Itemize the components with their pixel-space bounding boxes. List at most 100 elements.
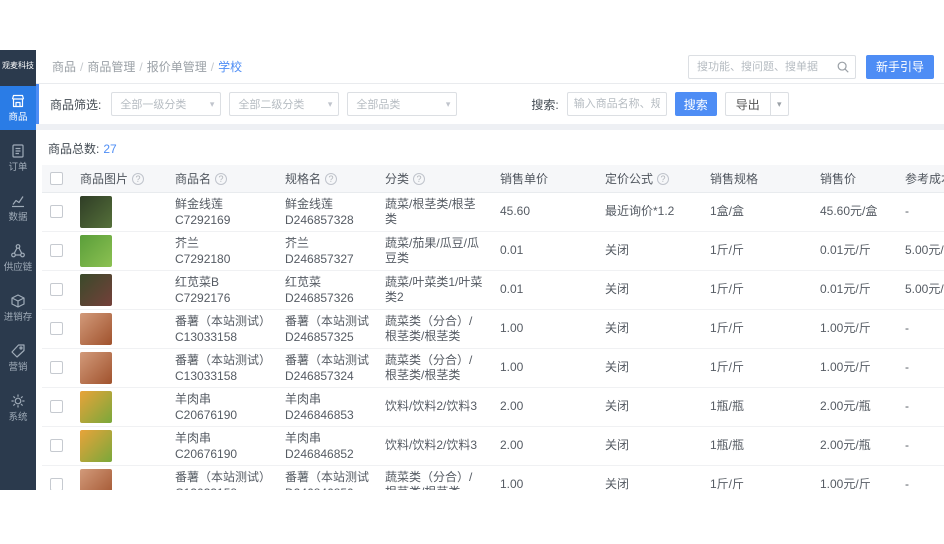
table-row: 鲜金线莲 C7292169 鲜金线莲 D246857328 蔬菜/根茎类/根茎类… (42, 192, 944, 232)
export-dropdown-button[interactable]: ▾ (770, 92, 789, 116)
help-icon[interactable]: ? (132, 172, 145, 185)
breadcrumb-item[interactable]: 商品管理 (87, 60, 135, 74)
column-header: 销售价 (812, 165, 897, 193)
sale-price-cell: 1.00元/斤 (812, 348, 897, 388)
column-header: 规格名? (277, 165, 377, 193)
row-checkbox[interactable] (50, 283, 63, 297)
product-thumb[interactable] (80, 390, 112, 423)
unit-price-cell: 1.00 (492, 348, 597, 388)
sale-price-cell: 1.00元/斤 (812, 309, 897, 349)
spec-code: D246857324 (285, 368, 354, 383)
product-thumb[interactable] (80, 195, 112, 228)
search-label: 搜索: (531, 97, 559, 112)
category-cell: 蔬菜类（分合）/根茎类/根茎类 (377, 348, 492, 388)
product-count-label: 商品总数: (48, 142, 100, 156)
help-icon[interactable]: ? (215, 172, 228, 185)
spec-name: 芥兰 (285, 235, 310, 250)
product-name: 红苋菜B (175, 274, 220, 289)
category-cell: 蔬菜/茄果/瓜豆/瓜豆类 (377, 231, 492, 271)
product-name: 番薯（本站测试） (175, 352, 269, 367)
pricing-formula-cell: 关闭 (597, 426, 702, 466)
row-checkbox[interactable] (50, 244, 63, 258)
column-header: 商品图片? (72, 165, 167, 193)
main-panel: 商品/商品管理/报价单管理/学校 新手引导 商品筛选: 全部一级分类▾全部二级分… (36, 50, 944, 490)
table-row: 番薯（本站测试） C13033158 番薯（本站测试） D246846850 蔬… (42, 465, 944, 490)
table-row: 番薯（本站测试） C13033158 番薯（本站测试） D246857324 蔬… (42, 348, 944, 388)
product-code: C7292169 (175, 212, 231, 227)
breadcrumb-item: 学校 (218, 60, 243, 74)
export-button[interactable]: 导出 (724, 92, 771, 116)
sale-spec-cell: 1斤/斤 (702, 465, 812, 490)
spec-name: 羊肉串 (285, 430, 322, 445)
row-checkbox[interactable] (50, 361, 63, 375)
spec-name: 红苋菜 (285, 274, 322, 289)
supply-chain-icon (10, 243, 26, 259)
help-icon[interactable]: ? (325, 172, 338, 185)
unit-price-cell: 2.00 (492, 426, 597, 466)
inventory-icon (10, 293, 26, 309)
sale-price-cell: 1.00元/斤 (812, 465, 897, 490)
unit-price-cell: 45.60 (492, 192, 597, 232)
search-icon (837, 61, 849, 73)
spec-name: 番薯（本站测试） (285, 352, 369, 367)
sidebar-item-goods[interactable]: 商品 (0, 86, 36, 130)
guide-button[interactable]: 新手引导 (865, 54, 934, 79)
chevron-down-icon: ▾ (209, 98, 215, 109)
product-thumb[interactable] (80, 429, 112, 462)
product-thumb[interactable] (80, 273, 112, 306)
select-all-checkbox[interactable] (50, 172, 63, 186)
product-thumb[interactable] (80, 234, 112, 267)
unit-price-cell: 1.00 (492, 309, 597, 349)
row-checkbox[interactable] (50, 400, 63, 414)
spec-name: 番薯（本站测试） (285, 469, 369, 484)
product-thumb[interactable] (80, 468, 112, 490)
product-thumb[interactable] (80, 312, 112, 345)
sidebar-item-marketing[interactable]: 营销 (0, 336, 36, 380)
pricing-formula-cell: 关闭 (597, 309, 702, 349)
global-search-input[interactable] (687, 54, 856, 79)
sidebar-item-system[interactable]: 系统 (0, 386, 36, 430)
ref-cost-cell: - (897, 426, 944, 466)
breadcrumb-separator: / (210, 60, 215, 74)
table-row: 番薯（本站测试） C13033158 番薯（本站测试） D246857325 蔬… (42, 309, 944, 349)
sidebar-nav: 商品订单数据供应链进销存营销系统 (0, 80, 36, 430)
spec-name: 鲜金线莲 (285, 196, 334, 211)
product-code: C20676190 (175, 446, 238, 461)
sidebar-item-orders[interactable]: 订单 (0, 136, 36, 180)
product-search-input[interactable] (566, 92, 667, 116)
row-checkbox[interactable] (50, 478, 63, 490)
column-header: 定价公式? (597, 165, 702, 193)
breadcrumb-separator: / (80, 60, 84, 74)
unit-price-cell: 2.00 (492, 387, 597, 427)
column-header: 销售单价 (492, 165, 597, 193)
sidebar-item-inventory[interactable]: 进销存 (0, 286, 36, 330)
unit-price-cell: 0.01 (492, 231, 597, 271)
filter-select-1[interactable]: 全部二级分类 ▾ (229, 92, 340, 116)
row-checkbox[interactable] (50, 439, 63, 453)
sale-spec-cell: 1斤/斤 (702, 231, 812, 271)
row-checkbox[interactable] (50, 322, 63, 336)
search-button[interactable]: 搜索 (674, 92, 717, 116)
filter-select-2[interactable]: 全部品类 ▾ (347, 92, 458, 116)
filter-select-0[interactable]: 全部一级分类 ▾ (111, 92, 222, 116)
help-icon[interactable]: ? (413, 172, 426, 185)
filterbar: 商品筛选: 全部一级分类▾ 全部二级分类▾ 全部品类▾ 搜索: 搜索 导出 ▾ (36, 84, 944, 124)
sidebar-item-label: 营销 (8, 362, 28, 373)
breadcrumb-item[interactable]: 商品 (52, 60, 76, 74)
spec-name: 番薯（本站测试） (285, 313, 369, 328)
sale-price-cell: 0.01元/斤 (812, 270, 897, 310)
row-checkbox[interactable] (50, 205, 63, 219)
product-code: C7292180 (175, 251, 231, 266)
sidebar-item-label: 系统 (8, 412, 28, 423)
sidebar-item-supply[interactable]: 供应链 (0, 236, 36, 280)
filter-label: 商品筛选: (50, 97, 102, 112)
column-header: 参考成本价 (897, 165, 944, 193)
column-header: 分类? (377, 165, 492, 193)
help-icon[interactable]: ? (657, 172, 670, 185)
ref-cost-cell: - (897, 309, 944, 349)
breadcrumb-item[interactable]: 报价单管理 (147, 60, 207, 74)
sidebar-item-data[interactable]: 数据 (0, 186, 36, 230)
sale-spec-cell: 1斤/斤 (702, 348, 812, 388)
product-thumb[interactable] (80, 351, 112, 384)
sidebar-item-label: 数据 (8, 212, 28, 223)
